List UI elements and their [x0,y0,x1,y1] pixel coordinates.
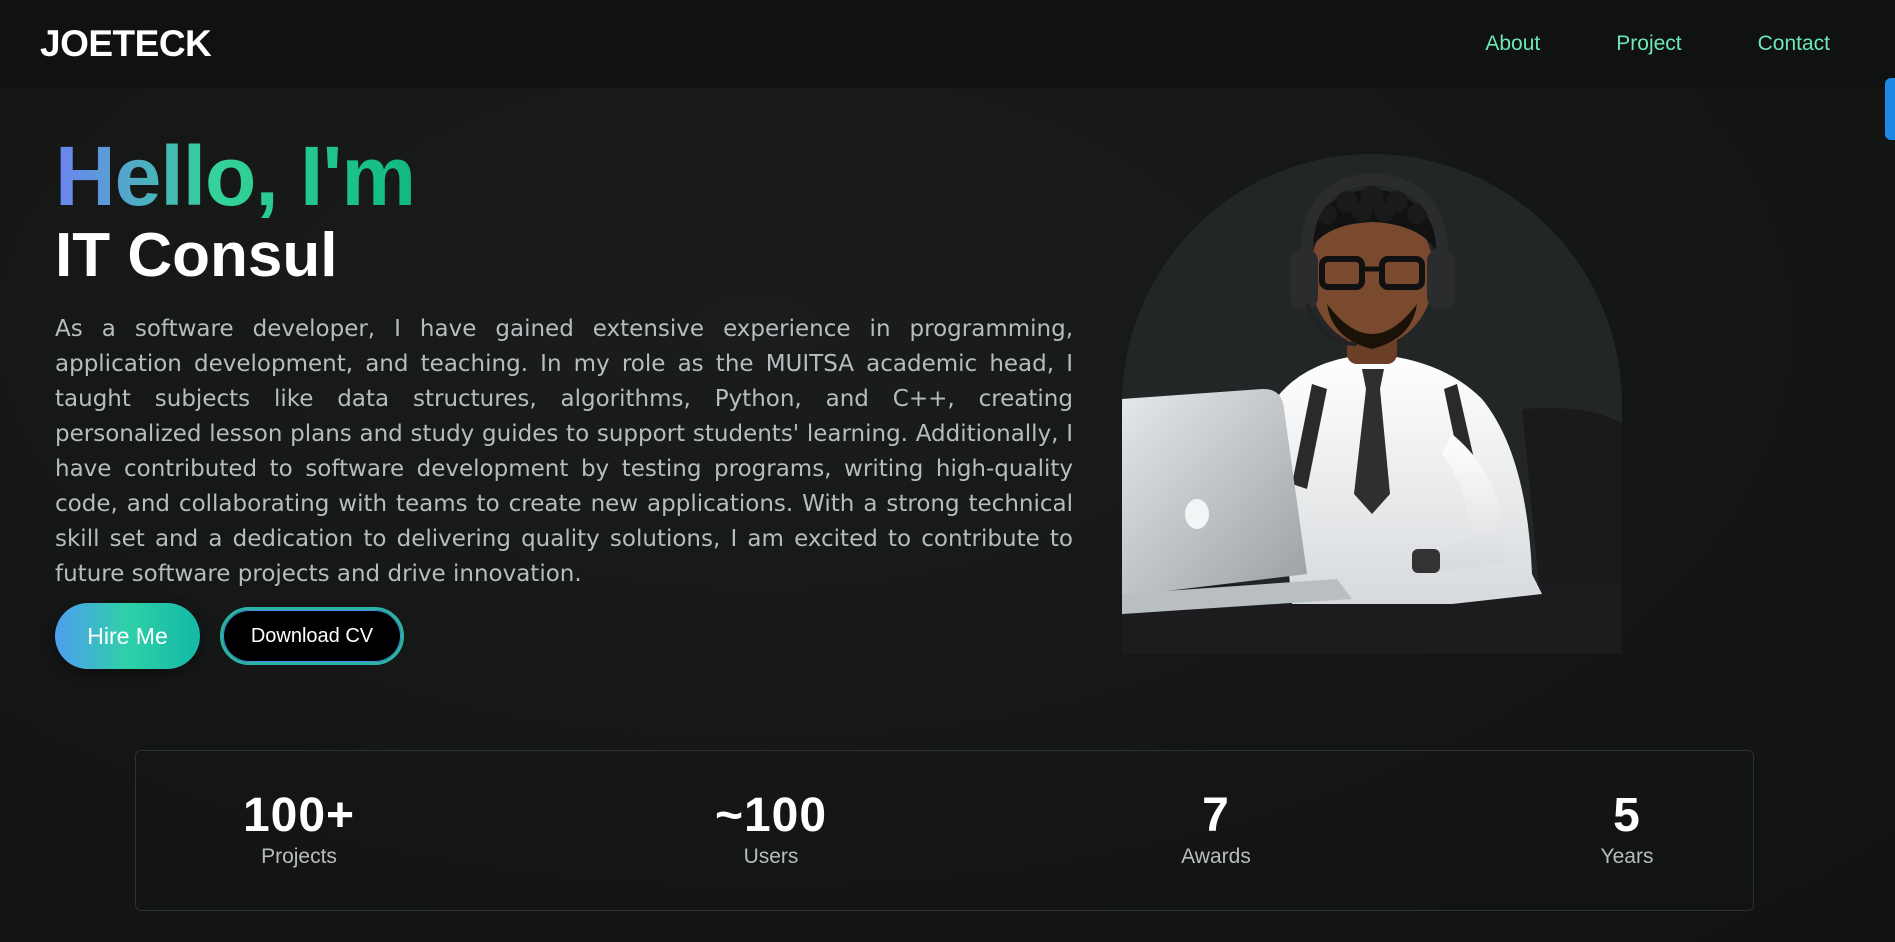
brand-logo[interactable]: JOETECK [40,23,212,65]
avatar-illustration [1122,172,1622,654]
stat-label: Users [743,845,799,868]
nav-link-project[interactable]: Project [1616,32,1681,56]
navbar: JOETECK About Project Contact [0,0,1895,88]
stat-projects: 100+ Projects [243,789,355,869]
nav-links: About Project Contact [1409,32,1830,56]
stat-users: ~100 Users [715,789,827,869]
hero-greeting: Hello, I'm [55,129,416,223]
scrollbar-thumb[interactable] [1885,78,1895,140]
avatar [1122,154,1622,654]
nav-link-contact[interactable]: Contact [1758,32,1830,56]
stat-label: Years [1600,845,1654,868]
download-cv-button[interactable]: Download CV [220,607,404,665]
stat-label: Awards [1181,845,1251,868]
hero-buttons: Hire Me Download CV [55,603,404,669]
stats-panel: 100+ Projects ~100 Users 7 Awards 5 Year… [135,750,1754,911]
hire-me-button[interactable]: Hire Me [55,603,200,669]
stat-years: 5 Years [1601,789,1654,869]
hero-role: IT Consul [55,221,338,290]
nav-link-about[interactable]: About [1485,32,1540,56]
stat-label: Projects [261,845,337,868]
stat-value: 5 [1613,789,1641,842]
stat-awards: 7 Awards [1181,789,1251,869]
stat-value: ~100 [714,789,828,842]
hero-bio: As a software developer, I have gained e… [55,316,1073,587]
hero-section: Hello, I'm IT Consul As a software devel… [55,128,1073,592]
stat-value: 100+ [242,789,356,842]
stat-value: 7 [1202,789,1230,842]
